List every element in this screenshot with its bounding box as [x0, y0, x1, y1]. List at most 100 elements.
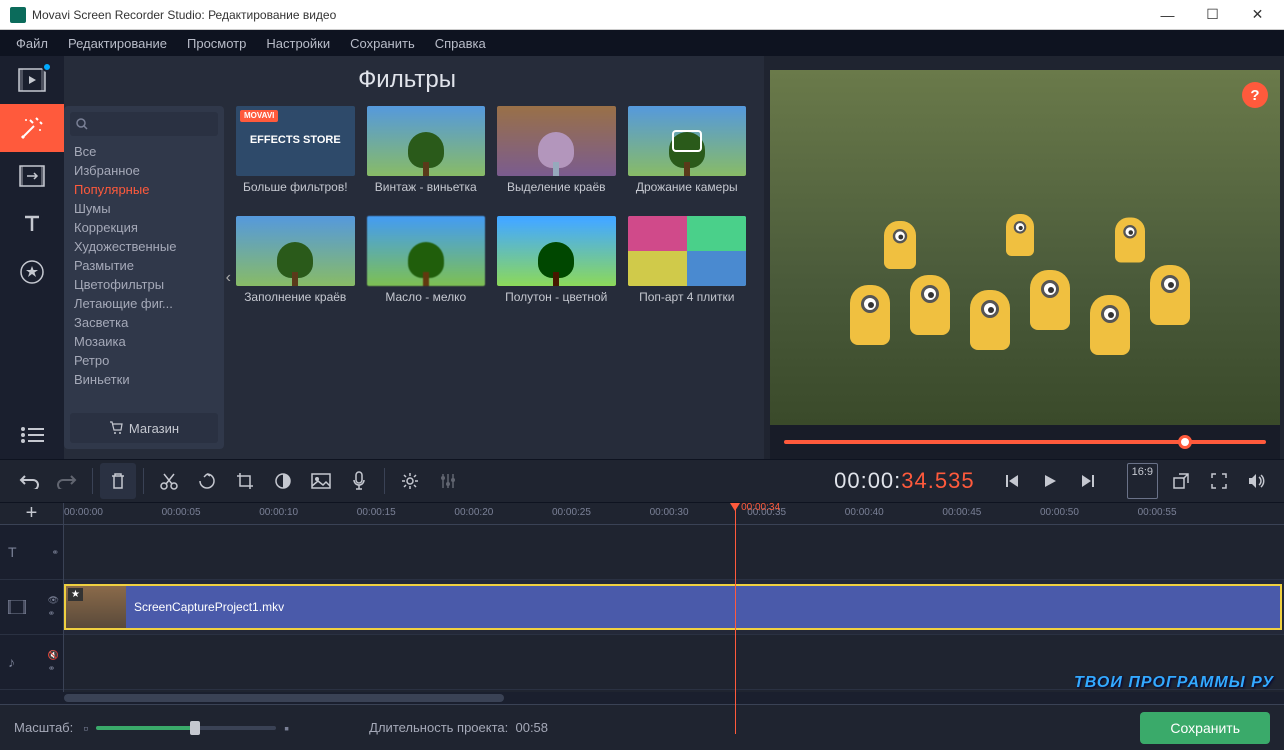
nav-titles[interactable] — [0, 200, 64, 248]
redo-button[interactable] — [49, 463, 85, 499]
nav-transitions[interactable] — [0, 152, 64, 200]
clip-thumbnail: ★ — [66, 586, 126, 628]
cat-mosaic[interactable]: Мозаика — [64, 332, 224, 351]
undo-button[interactable] — [11, 463, 47, 499]
zoom-slider[interactable] — [96, 726, 276, 730]
bottombar: Масштаб: ▫ ▪ Длительность проекта: 00:58… — [0, 704, 1284, 750]
timecode: 00:00:34.535 — [824, 468, 984, 495]
nav-media[interactable] — [0, 56, 64, 104]
crop-button[interactable] — [227, 463, 263, 499]
close-button[interactable]: ✕ — [1235, 0, 1280, 30]
zoom-out-icon[interactable]: ▫ — [83, 720, 88, 736]
cat-color[interactable]: Цветофильтры — [64, 275, 224, 294]
filter-card-vintage[interactable]: Винтаж - виньетка — [367, 106, 486, 208]
delete-button[interactable] — [100, 463, 136, 499]
preview-panel: ? — [770, 70, 1280, 459]
duration: Длительность проекта: 00:58 — [369, 720, 548, 735]
filter-grid: MOVAVIEFFECTS STORE Больше фильтров! Вин… — [232, 106, 750, 449]
popout-button[interactable] — [1163, 463, 1199, 499]
app-icon — [10, 7, 26, 23]
link-icon[interactable]: ⚭ — [48, 663, 59, 674]
cat-correction[interactable]: Коррекция — [64, 218, 224, 237]
menu-save[interactable]: Сохранить — [340, 36, 425, 51]
cat-all[interactable]: Все — [64, 142, 224, 161]
cat-noise[interactable]: Шумы — [64, 199, 224, 218]
menubar: Файл Редактирование Просмотр Настройки С… — [0, 30, 1284, 56]
link-icon[interactable]: ⚭ — [48, 608, 59, 619]
side-nav — [0, 56, 64, 459]
next-button[interactable] — [1070, 463, 1106, 499]
cart-icon — [109, 421, 123, 435]
filter-card-edges[interactable]: Выделение краёв — [497, 106, 616, 208]
progress-knob[interactable] — [1178, 435, 1192, 449]
playhead[interactable] — [735, 503, 736, 734]
menu-help[interactable]: Справка — [425, 36, 496, 51]
audio-track[interactable] — [64, 635, 1284, 690]
add-track-button[interactable]: + — [0, 503, 64, 524]
menu-edit[interactable]: Редактирование — [58, 36, 177, 51]
color-button[interactable] — [265, 463, 301, 499]
mic-button[interactable] — [341, 463, 377, 499]
menu-view[interactable]: Просмотр — [177, 36, 256, 51]
filter-card-halftone[interactable]: Полутон - цветной — [497, 216, 616, 318]
text-track[interactable] — [64, 525, 1284, 580]
menu-settings[interactable]: Настройки — [256, 36, 340, 51]
cat-vignettes[interactable]: Виньетки — [64, 370, 224, 389]
cat-artistic[interactable]: Художественные — [64, 237, 224, 256]
zoom-label: Масштаб: — [14, 720, 73, 735]
preview-video[interactable] — [770, 70, 1280, 425]
cat-popular[interactable]: Популярные — [64, 180, 224, 199]
track-head-audio[interactable]: ♪ 🔇 ⚭ — [0, 635, 63, 690]
filter-card-store[interactable]: MOVAVIEFFECTS STORE Больше фильтров! — [236, 106, 355, 208]
filters-panel: Фильтры Все Избранное Популярные Шумы Ко… — [64, 56, 764, 459]
minimize-button[interactable]: — — [1145, 0, 1190, 30]
cat-light[interactable]: Засветка — [64, 313, 224, 332]
settings-button[interactable] — [392, 463, 428, 499]
track-head-text[interactable]: T ⚭ — [0, 525, 63, 580]
timeline-ruler[interactable]: 00:00:00 00:00:05 00:00:10 00:00:15 00:0… — [64, 503, 1284, 524]
window-title: Movavi Screen Recorder Studio: Редактиро… — [32, 8, 1145, 22]
zoom-in-icon[interactable]: ▪ — [284, 720, 289, 736]
filter-card-popart[interactable]: Поп-арт 4 плитки — [628, 216, 747, 318]
filter-card-oil[interactable]: Масло - мелко — [367, 216, 486, 318]
eye-icon[interactable]: 👁 — [48, 595, 59, 606]
cat-flying[interactable]: Летающие фиг... — [64, 294, 224, 313]
nav-more[interactable] — [0, 411, 64, 459]
search-icon — [76, 118, 88, 130]
fullscreen-button[interactable] — [1201, 463, 1237, 499]
video-track[interactable]: ★ ScreenCaptureProject1.mkv — [64, 580, 1284, 635]
adjust-button[interactable] — [430, 463, 466, 499]
cat-favorites[interactable]: Избранное — [64, 161, 224, 180]
preview-progress[interactable] — [784, 433, 1266, 451]
timeline-scrollbar[interactable] — [0, 692, 1284, 704]
save-button[interactable]: Сохранить — [1140, 712, 1270, 744]
play-button[interactable] — [1032, 463, 1068, 499]
video-clip[interactable]: ★ ScreenCaptureProject1.mkv — [64, 584, 1282, 630]
prev-button[interactable] — [994, 463, 1030, 499]
track-head-video[interactable]: 👁⚭ — [0, 580, 63, 635]
volume-button[interactable] — [1239, 463, 1275, 499]
menu-file[interactable]: Файл — [6, 36, 58, 51]
cat-retro[interactable]: Ретро — [64, 351, 224, 370]
collapse-categories-icon[interactable]: ‹ — [226, 269, 231, 287]
image-button[interactable] — [303, 463, 339, 499]
nav-stickers[interactable] — [0, 248, 64, 296]
filter-card-fill-edges[interactable]: Заполнение краёв — [236, 216, 355, 318]
shop-button[interactable]: Магазин — [70, 413, 218, 443]
mute-icon[interactable]: 🔇 — [48, 650, 59, 661]
rotate-button[interactable] — [189, 463, 225, 499]
category-search[interactable] — [70, 112, 218, 136]
clip-name: ScreenCaptureProject1.mkv — [134, 600, 284, 614]
help-button[interactable]: ? — [1242, 82, 1268, 108]
cut-button[interactable] — [151, 463, 187, 499]
link-icon[interactable]: ⚭ — [51, 547, 59, 558]
star-icon: ★ — [68, 588, 83, 601]
nav-filters[interactable] — [0, 104, 64, 152]
video-track-icon — [8, 600, 26, 614]
maximize-button[interactable]: ☐ — [1190, 0, 1235, 30]
cat-blur[interactable]: Размытие — [64, 256, 224, 275]
aspect-ratio-button[interactable]: 16:9 — [1127, 463, 1158, 499]
audio-track-icon: ♪ — [8, 654, 15, 670]
timeline: + 00:00:00 00:00:05 00:00:10 00:00:15 00… — [0, 503, 1284, 704]
filter-card-shake[interactable]: Дрожание камеры — [628, 106, 747, 208]
